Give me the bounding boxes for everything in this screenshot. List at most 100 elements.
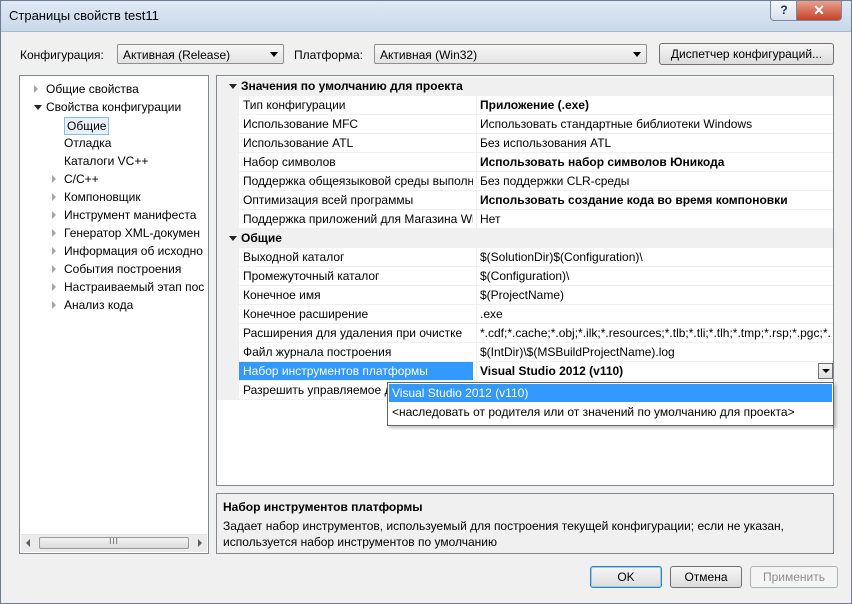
property-name[interactable]: Поддержка общеязыковой среды выполн (243, 172, 473, 190)
category-header[interactable]: Общие (217, 229, 833, 248)
property-value[interactable]: Приложение (.exe) (480, 96, 830, 114)
property-name[interactable]: Конечное расширение (243, 305, 473, 323)
property-name[interactable]: Использование ATL (243, 134, 473, 152)
tree-item-manifest-tool[interactable]: Инструмент манифеста (64, 206, 196, 224)
collapsed-arrow-icon[interactable] (34, 85, 38, 93)
collapsed-arrow-icon[interactable] (52, 301, 56, 309)
property-value[interactable]: Нет (480, 210, 830, 228)
configuration-combo[interactable]: Активная (Release) (117, 44, 284, 64)
expanded-arrow-icon[interactable] (229, 236, 237, 241)
property-name[interactable]: Набор инструментов платформы (239, 362, 473, 380)
apply-button[interactable]: Применить (750, 566, 838, 588)
tree-item-config-props[interactable]: Свойства конфигурации (46, 98, 181, 116)
tree-item-common-props[interactable]: Общие свойства (46, 80, 139, 98)
tree-item-vc-dirs[interactable]: Каталоги VC++ (64, 152, 148, 170)
property-row[interactable]: Конечное расширение .exe (217, 305, 833, 324)
tree-item-debugging[interactable]: Отладка (64, 134, 111, 152)
column-separator[interactable] (476, 305, 477, 324)
tree-item-linker[interactable]: Компоновщик (64, 188, 141, 206)
property-row[interactable]: Промежуточный каталог $(Configuration)\ (217, 267, 833, 286)
property-row[interactable]: Файл журнала построения $(IntDir)\$(MSBui… (217, 343, 833, 362)
column-separator[interactable] (476, 343, 477, 362)
property-name[interactable]: Оптимизация всей программы (243, 191, 473, 209)
category-header[interactable]: Значения по умолчанию для проекта (217, 77, 833, 96)
collapsed-arrow-icon[interactable] (52, 265, 56, 273)
property-value[interactable]: .exe (480, 305, 830, 323)
column-separator[interactable] (476, 267, 477, 286)
property-row[interactable]: Расширения для удаления при очистке *.cdf… (217, 324, 833, 343)
scrollbar-thumb[interactable]: III (39, 537, 189, 549)
tree-item-xml-doc-gen[interactable]: Генератор XML-докумен (64, 224, 200, 242)
property-value[interactable]: Использовать создание кода во время комп… (480, 191, 830, 209)
dropdown-option-inherit[interactable]: <наследовать от родителя или от значений… (389, 403, 832, 421)
property-name[interactable]: Конечное имя (243, 286, 473, 304)
property-value[interactable]: $(Configuration)\ (480, 267, 830, 285)
property-name[interactable]: Использование MFC (243, 115, 473, 133)
tree-item-c-cpp[interactable]: C/C++ (64, 170, 99, 188)
property-name[interactable]: Поддержка приложений для Магазина Wi (243, 210, 473, 228)
cancel-button[interactable]: Отмена (670, 566, 742, 588)
scroll-left-icon[interactable] (26, 539, 30, 547)
property-value[interactable]: *.cdf;*.cache;*.obj;*.ilk;*.resources;*.… (480, 324, 830, 342)
property-value[interactable]: Использовать набор символов Юникода (480, 153, 830, 171)
configuration-manager-button[interactable]: Диспетчер конфигураций... (659, 43, 834, 65)
ok-button[interactable]: OK (590, 566, 662, 588)
expanded-arrow-icon[interactable] (229, 84, 237, 89)
tree-item-code-analysis[interactable]: Анализ кода (64, 296, 133, 314)
property-row[interactable]: Конечное имя $(ProjectName) (217, 286, 833, 305)
property-row[interactable]: Оптимизация всей программы Использовать с… (217, 191, 833, 210)
tree-item-custom-build-step[interactable]: Настраиваемый этап пос (64, 278, 204, 296)
collapsed-arrow-icon[interactable] (52, 283, 56, 291)
column-separator[interactable] (476, 172, 477, 191)
property-row[interactable]: Поддержка общеязыковой среды выполн Без п… (217, 172, 833, 191)
row-gutter (217, 305, 239, 324)
title-bar[interactable]: Страницы свойств test11 ? ✕ (1, 1, 851, 32)
expanded-arrow-icon[interactable] (34, 105, 42, 110)
property-value[interactable]: Visual Studio 2012 (v110) (480, 362, 830, 380)
tree-item-browse-info[interactable]: Информация об исходно (64, 242, 203, 260)
column-separator[interactable] (476, 248, 477, 267)
tree-item-general[interactable]: Общие (64, 117, 110, 135)
property-value[interactable]: Без поддержки CLR-среды (480, 172, 830, 190)
property-name[interactable]: Тип конфигурации (243, 96, 473, 114)
value-dropdown-button[interactable] (818, 363, 833, 379)
tree-horizontal-scrollbar[interactable]: III (21, 534, 207, 552)
property-name[interactable]: Набор символов (243, 153, 473, 171)
property-name[interactable]: Расширения для удаления при очистке (243, 324, 473, 342)
collapsed-arrow-icon[interactable] (52, 247, 56, 255)
property-row[interactable]: Использование ATL Без использования ATL (217, 134, 833, 153)
collapsed-arrow-icon[interactable] (52, 193, 56, 201)
scroll-right-icon[interactable] (198, 539, 202, 547)
property-value[interactable]: $(IntDir)\$(MSBuildProjectName).log (480, 343, 830, 361)
property-row[interactable]: Поддержка приложений для Магазина Wi Нет (217, 210, 833, 229)
property-value[interactable]: $(ProjectName) (480, 286, 830, 304)
tree-item-build-events[interactable]: События построения (64, 260, 181, 278)
property-value[interactable]: Без использования ATL (480, 134, 830, 152)
property-row[interactable]: Выходной каталог $(SolutionDir)$(Configur… (217, 248, 833, 267)
property-name[interactable]: Промежуточный каталог (243, 267, 473, 285)
column-separator[interactable] (476, 286, 477, 305)
property-name[interactable]: Выходной каталог (243, 248, 473, 266)
column-separator[interactable] (476, 191, 477, 210)
property-value[interactable]: $(SolutionDir)$(Configuration)\ (480, 248, 830, 266)
column-separator[interactable] (476, 134, 477, 153)
property-value[interactable]: Использовать стандартные библиотеки Wind… (480, 115, 830, 133)
property-row[interactable]: Использование MFC Использовать стандартны… (217, 115, 833, 134)
collapsed-arrow-icon[interactable] (52, 175, 56, 183)
property-row[interactable]: Тип конфигурации Приложение (.exe) (217, 96, 833, 115)
column-separator[interactable] (476, 362, 477, 381)
property-name[interactable]: Файл журнала построения (243, 343, 473, 361)
collapsed-arrow-icon[interactable] (52, 211, 56, 219)
help-button[interactable]: ? (770, 1, 798, 21)
collapsed-arrow-icon[interactable] (52, 229, 56, 237)
column-separator[interactable] (476, 210, 477, 229)
platform-combo[interactable]: Активная (Win32) (374, 44, 647, 64)
close-button[interactable]: ✕ (796, 1, 842, 21)
column-separator[interactable] (476, 324, 477, 343)
column-separator[interactable] (476, 96, 477, 115)
property-row[interactable]: Набор инструментов платформы Visual Studi… (217, 362, 833, 381)
property-row[interactable]: Набор символов Использовать набор символо… (217, 153, 833, 172)
column-separator[interactable] (476, 115, 477, 134)
column-separator[interactable] (476, 153, 477, 172)
dropdown-option-v110[interactable]: Visual Studio 2012 (v110) (389, 384, 832, 402)
